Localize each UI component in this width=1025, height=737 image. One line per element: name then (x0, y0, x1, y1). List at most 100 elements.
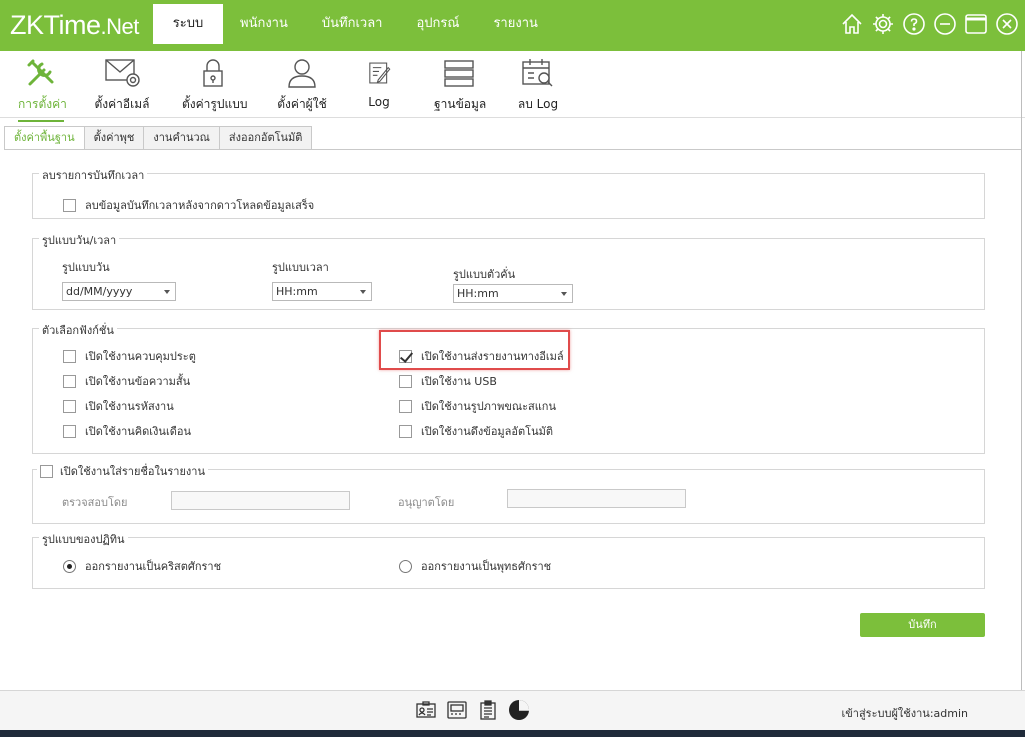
settings-tabs: ตั้งค่าพื้นฐาน ตั้งค่าพุช งานคำนวณ ส่งออ… (4, 126, 313, 150)
chevron-down-icon (360, 290, 366, 294)
checked-by-label: ตรวจสอบโดย (62, 496, 128, 509)
toolbar-user-settings[interactable]: ตั้งค่าผู้ใช้ (277, 53, 327, 114)
date-format-label: รูปแบบวัน (62, 261, 110, 274)
option-christian-era[interactable]: ออกรายงานเป็นคริสตศักราช (63, 557, 221, 575)
toolbar-label: การตั้งค่า (18, 97, 67, 111)
door-control-checkbox[interactable] (63, 349, 76, 363)
option-usb[interactable]: เปิดใช้งาน USB (399, 372, 497, 390)
option-payroll[interactable]: เปิดใช้งานคิดเงินเดือน (63, 422, 191, 440)
option-label: เปิดใช้งาน USB (421, 375, 497, 388)
payroll-checkbox[interactable] (63, 424, 76, 438)
option-scan-photo[interactable]: เปิดใช้งานรูปภาพขณะสแกน (399, 397, 556, 415)
menu-employee[interactable]: พนักงาน (223, 4, 305, 44)
toolbar-database[interactable]: ฐานข้อมูล (434, 53, 487, 114)
option-label: เปิดใช้งานรหัสงาน (85, 400, 174, 413)
tab-divider (4, 149, 1021, 150)
clipboard-icon[interactable] (477, 699, 499, 721)
minimize-icon[interactable] (932, 11, 957, 36)
delete-after-download-checkbox[interactable] (63, 198, 76, 212)
pie-chart-icon[interactable] (508, 699, 530, 721)
tab-calculation[interactable]: งานคำนวณ (143, 126, 219, 150)
toolbar-delete-log[interactable]: ลบ Log (517, 53, 559, 114)
option-buddhist-era[interactable]: ออกรายงานเป็นพุทธศักราช (399, 557, 551, 575)
id-card-icon[interactable] (415, 699, 437, 721)
device-icon[interactable] (446, 699, 468, 721)
date-format-select[interactable]: dd/MM/yyyy (62, 282, 176, 301)
option-label: ออกรายงานเป็นพุทธศักราช (421, 560, 552, 573)
christian-era-radio[interactable] (63, 559, 76, 573)
email-report-checkbox[interactable] (399, 349, 412, 363)
gear-icon[interactable] (870, 11, 895, 36)
user-icon (277, 53, 327, 93)
tab-push-settings[interactable]: ตั้งค่าพุช (83, 126, 144, 150)
save-button[interactable]: บันทึก (860, 613, 985, 637)
separator-format-value: HH:mm (457, 287, 499, 300)
toolbar-log[interactable]: Log (366, 53, 392, 109)
close-icon[interactable] (994, 11, 1019, 36)
logo-suffix: .Net (100, 14, 140, 39)
report-names-toggle[interactable]: เปิดใช้งานใส่รายชื่อในรายงาน (37, 462, 208, 480)
work-code-checkbox[interactable] (63, 399, 76, 413)
delete-after-download-option[interactable]: ลบข้อมูลบันทึกเวลาหลังจากดาวโหลดข้อมูลเส… (63, 196, 314, 214)
group-calendar-format: รูปแบบของปฏิทิน ออกรายงานเป็นคริสตศักราช… (32, 530, 985, 589)
auto-fetch-checkbox[interactable] (399, 424, 412, 438)
group-title: รูปแบบของปฏิทิน (39, 530, 128, 548)
option-door-control[interactable]: เปิดใช้งานควบคุมประตู (63, 347, 196, 365)
option-label: เปิดใช้งานส่งรายงานทางอีเมล์ (421, 350, 564, 363)
toolbar: การตั้งค่า ตั้งค่าอีเมล์ ตั้งค่ารูปแบบ ต… (0, 51, 1025, 122)
option-work-code[interactable]: เปิดใช้งานรหัสงาน (63, 397, 174, 415)
option-label: เปิดใช้งานคิดเงินเดือน (85, 425, 191, 438)
checked-by-input[interactable] (171, 491, 350, 510)
tools-icon (18, 53, 64, 93)
option-label: เปิดใช้งานรูปภาพขณะสแกน (421, 400, 556, 413)
home-icon[interactable] (839, 11, 864, 36)
approved-by-input[interactable] (507, 489, 686, 508)
report-names-checkbox[interactable] (40, 464, 53, 478)
tab-auto-export[interactable]: ส่งออกอัตโนมัติ (218, 126, 313, 150)
toolbar-email-settings[interactable]: ตั้งค่าอีเมล์ (94, 53, 150, 114)
status-icons (415, 699, 530, 721)
menu-attendance[interactable]: บันทึกเวลา (305, 4, 400, 44)
scan-photo-checkbox[interactable] (399, 399, 412, 413)
menu-system[interactable]: ระบบ (153, 4, 223, 44)
main-menu: ระบบ พนักงาน บันทึกเวลา อุปกรณ์ รายงาน (153, 4, 555, 44)
group-datetime-format: รูปแบบวัน/เวลา รูปแบบวัน dd/MM/yyyy รูปแ… (32, 231, 985, 310)
option-auto-fetch[interactable]: เปิดใช้งานดึงข้อมูลอัตโนมัติ (399, 422, 553, 440)
chevron-down-icon (164, 290, 170, 294)
menu-report[interactable]: รายงาน (476, 4, 554, 44)
short-message-checkbox[interactable] (63, 374, 76, 388)
separator-format-select[interactable]: HH:mm (453, 284, 573, 303)
chevron-down-icon (561, 292, 567, 296)
toolbar-settings[interactable]: การตั้งค่า (18, 53, 67, 122)
window-edge (1021, 51, 1022, 731)
group-title: เปิดใช้งานใส่รายชื่อในรายงาน (60, 465, 205, 478)
login-status: เข้าสู่ระบบผู้ใช้งาน:admin (841, 707, 968, 720)
group-title: ลบรายการบันทึกเวลา (39, 166, 148, 184)
toolbar-label: ตั้งค่ารูปแบบ (182, 97, 248, 111)
option-email-report[interactable]: เปิดใช้งานส่งรายงานทางอีเมล์ (399, 347, 564, 365)
time-format-select[interactable]: HH:mm (272, 282, 372, 301)
option-label: ลบข้อมูลบันทึกเวลาหลังจากดาวโหลดข้อมูลเส… (85, 199, 315, 212)
tab-basic-settings[interactable]: ตั้งค่าพื้นฐาน (4, 126, 84, 150)
toolbar-label: ตั้งค่าผู้ใช้ (277, 97, 327, 111)
mail-settings-icon (94, 53, 150, 93)
lock-icon (182, 53, 244, 93)
database-icon (434, 53, 484, 93)
usb-checkbox[interactable] (399, 374, 412, 388)
date-format-value: dd/MM/yyyy (66, 285, 133, 298)
toolbar-label: ฐานข้อมูล (434, 97, 487, 111)
option-label: เปิดใช้งานดึงข้อมูลอัตโนมัติ (421, 425, 553, 438)
option-short-message[interactable]: เปิดใช้งานข้อความสั้น (63, 372, 190, 390)
option-label: เปิดใช้งานข้อความสั้น (85, 375, 191, 388)
buddhist-era-radio[interactable] (399, 559, 412, 573)
time-format-value: HH:mm (276, 285, 318, 298)
log-icon (366, 53, 392, 93)
menu-device[interactable]: อุปกรณ์ (399, 4, 476, 44)
toolbar-format-settings[interactable]: ตั้งค่ารูปแบบ (182, 53, 248, 114)
taskbar-strip (0, 730, 1025, 737)
maximize-icon[interactable] (963, 11, 988, 36)
help-icon[interactable] (901, 11, 926, 36)
group-title: ตัวเลือกฟังก์ชั่น (39, 321, 117, 339)
group-function-options: ตัวเลือกฟังก์ชั่น เปิดใช้งานควบคุมประตู … (32, 321, 985, 454)
option-label: ออกรายงานเป็นคริสตศักราช (85, 560, 222, 573)
